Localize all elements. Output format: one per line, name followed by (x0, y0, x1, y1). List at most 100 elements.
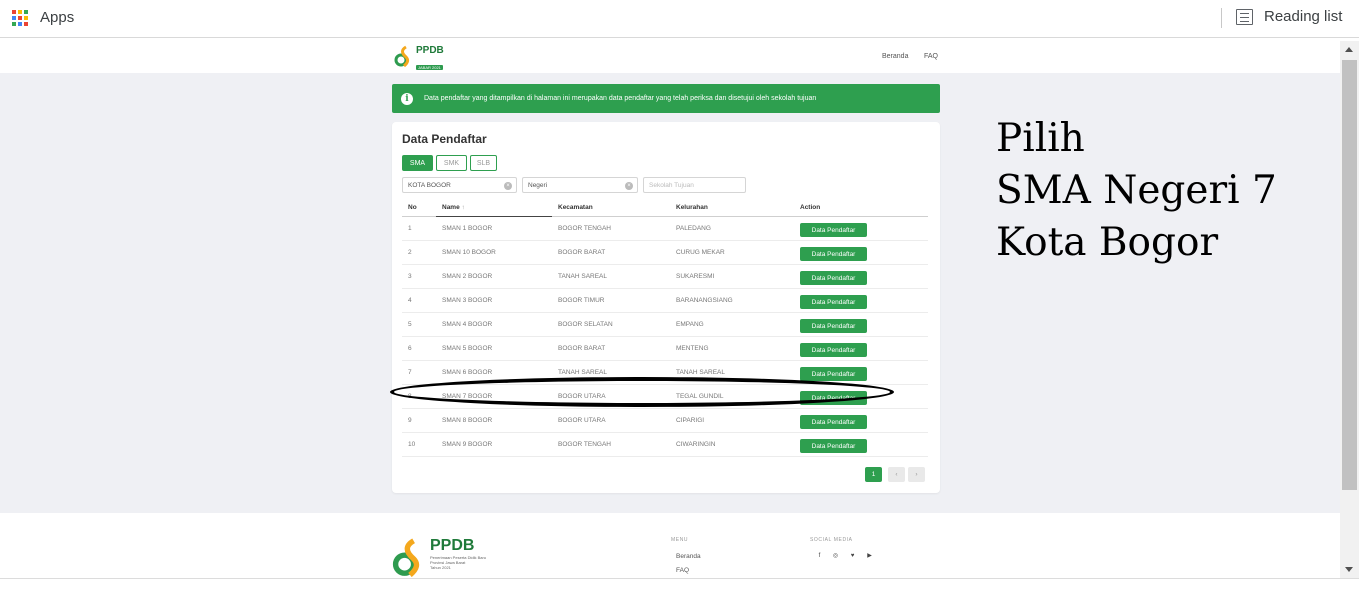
ppdb-logo[interactable]: PPDB JABAR 2021 (394, 45, 444, 74)
row-school-name: SMAN 5 BOGOR (436, 336, 552, 361)
row-kecamatan: BOGOR TENGAH (552, 432, 670, 457)
data-pendaftar-button[interactable]: Data Pendaftar (800, 415, 867, 429)
youtube-icon[interactable]: ▶ (866, 553, 873, 560)
status-clear-icon[interactable]: × (625, 182, 633, 190)
data-pendaftar-button[interactable]: Data Pendaftar (800, 391, 867, 405)
tab-slb[interactable]: SLB (470, 155, 497, 171)
status-select-value: Negeri (528, 181, 548, 189)
site-footer: PPDB Penerimaan Peserta Didik Baru Provi… (0, 513, 1340, 578)
row-action: Data Pendaftar (794, 360, 928, 385)
apps-dot (18, 15, 22, 20)
row-school-name: SMAN 9 BOGOR (436, 432, 552, 457)
bookmarks-bar: Apps Reading list (0, 0, 1359, 38)
scroll-down-arrow-icon[interactable] (1340, 561, 1359, 578)
tab-sma[interactable]: SMA (402, 155, 433, 171)
data-pendaftar-button[interactable]: Data Pendaftar (800, 439, 867, 453)
row-kelurahan: CURUG MEKAR (670, 240, 794, 265)
annotation-text: Pilih SMA Negeri 7 Kota Bogor (996, 113, 1277, 269)
data-pendaftar-button[interactable]: Data Pendaftar (800, 223, 867, 237)
row-school-name: SMAN 10 BOGOR (436, 240, 552, 265)
row-kelurahan: PALEDANG (670, 216, 794, 241)
col-name[interactable]: Name ↑ (436, 199, 552, 217)
info-icon: i (401, 92, 413, 105)
row-kecamatan: TANAH SAREAL (552, 264, 670, 289)
data-pendaftar-button[interactable]: Data Pendaftar (800, 319, 867, 333)
next-page-button[interactable]: › (908, 467, 925, 482)
annotation-line-3: Kota Bogor (996, 220, 1219, 265)
city-select[interactable]: KOTA BOGOR × (402, 177, 517, 193)
table-row: 3 SMAN 2 BOGOR TANAH SAREAL SUKARESMI Data P… (402, 264, 928, 289)
reading-list-button[interactable]: Reading list (1236, 8, 1342, 25)
row-action: Data Pendaftar (794, 216, 928, 241)
data-pendaftar-card: Data Pendaftar SMA SMK SLB KOTA BOGOR × … (392, 122, 940, 493)
nav-beranda[interactable]: Beranda (882, 53, 908, 60)
instagram-icon[interactable]: ◎ (832, 553, 839, 560)
row-no: 9 (402, 408, 436, 433)
row-kecamatan: BOGOR TENGAH (552, 216, 670, 241)
city-select-value: KOTA BOGOR (408, 181, 451, 189)
apps-label: Apps (40, 9, 75, 26)
row-kecamatan: BOGOR TIMUR (552, 288, 670, 313)
school-type-tabs: SMA SMK SLB (402, 155, 500, 171)
table-row: 8 SMAN 7 BOGOR BOGOR UTARA TEGAL GUNDIL Data… (402, 384, 928, 409)
data-pendaftar-button[interactable]: Data Pendaftar (800, 271, 867, 285)
nav-faq[interactable]: FAQ (924, 53, 938, 60)
row-school-name: SMAN 8 BOGOR (436, 408, 552, 433)
schools-table: No Name ↑ Kecamatan Kelurahan Action 1 SM… (402, 199, 928, 457)
table-row: 7 SMAN 6 BOGOR TANAH SAREAL TANAH SAREAL Dat… (402, 360, 928, 385)
data-pendaftar-button[interactable]: Data Pendaftar (800, 343, 867, 357)
table-row: 1 SMAN 1 BOGOR BOGOR TENGAH PALEDANG Data Pe… (402, 216, 928, 241)
data-pendaftar-button[interactable]: Data Pendaftar (800, 295, 867, 309)
row-action: Data Pendaftar (794, 384, 928, 409)
col-no: No (402, 199, 436, 217)
tab-smk[interactable]: SMK (436, 155, 467, 171)
status-select[interactable]: Negeri × (522, 177, 638, 193)
row-no: 3 (402, 264, 436, 289)
data-pendaftar-button[interactable]: Data Pendaftar (800, 367, 867, 381)
school-select[interactable]: Sekolah Tujuan (643, 177, 746, 193)
footer-menu-heading: MENU (671, 537, 689, 543)
twitter-icon[interactable]: ♥ (849, 553, 856, 560)
page-viewport: PPDB JABAR 2021 Beranda FAQ i Data penda… (0, 41, 1340, 578)
footer-logo: PPDB Penerimaan Peserta Didik Baru Provi… (392, 537, 486, 577)
footer-link-beranda[interactable]: Beranda (676, 553, 701, 560)
row-school-name: SMAN 1 BOGOR (436, 216, 552, 241)
reading-list-icon (1236, 8, 1253, 25)
table-row: 5 SMAN 4 BOGOR BOGOR SELATAN EMPANG Data Pen… (402, 312, 928, 337)
table-row: 4 SMAN 3 BOGOR BOGOR TIMUR BARANANGSIANG Dat… (402, 288, 928, 313)
bookmarks-separator (1221, 8, 1222, 28)
row-action: Data Pendaftar (794, 264, 928, 289)
school-select-placeholder: Sekolah Tujuan (649, 181, 694, 189)
row-kecamatan: TANAH SAREAL (552, 360, 670, 385)
footer-logo-icon (392, 538, 420, 577)
row-school-name: SMAN 6 BOGOR (436, 360, 552, 385)
ppdb-logo-badge: JABAR 2021 (416, 65, 443, 70)
apps-grid-icon (12, 9, 28, 26)
footer-social-heading: SOCIAL MEDIA (810, 537, 853, 543)
apps-shortcut[interactable]: Apps (12, 9, 74, 26)
table-row: 6 SMAN 5 BOGOR BOGOR BARAT MENTENG Data Pend… (402, 336, 928, 361)
row-kecamatan: BOGOR BARAT (552, 336, 670, 361)
row-no: 2 (402, 240, 436, 265)
row-no: 1 (402, 216, 436, 241)
vertical-scrollbar[interactable] (1340, 41, 1359, 578)
facebook-icon[interactable]: f (816, 553, 823, 560)
footer-link-faq[interactable]: FAQ (676, 567, 689, 574)
page-1-button[interactable]: 1 (865, 467, 882, 482)
card-title: Data Pendaftar (402, 132, 487, 146)
annotation-line-1: Pilih (996, 116, 1085, 161)
prev-page-button[interactable]: ‹ (888, 467, 905, 482)
footer-logo-text: PPDB (430, 537, 475, 554)
row-no: 5 (402, 312, 436, 337)
data-pendaftar-button[interactable]: Data Pendaftar (800, 247, 867, 261)
row-kelurahan: BARANANGSIANG (670, 288, 794, 313)
scroll-up-arrow-icon[interactable] (1340, 41, 1359, 58)
ppdb-logo-text: PPDB (416, 45, 444, 56)
table-row: 10 SMAN 9 BOGOR BOGOR TENGAH CIWARINGIN Data… (402, 432, 928, 457)
row-school-name: SMAN 2 BOGOR (436, 264, 552, 289)
scrollbar-thumb[interactable] (1342, 60, 1357, 490)
ppdb-logo-icon (394, 45, 410, 67)
row-action: Data Pendaftar (794, 432, 928, 457)
row-kelurahan: CIWARINGIN (670, 432, 794, 457)
city-clear-icon[interactable]: × (504, 182, 512, 190)
